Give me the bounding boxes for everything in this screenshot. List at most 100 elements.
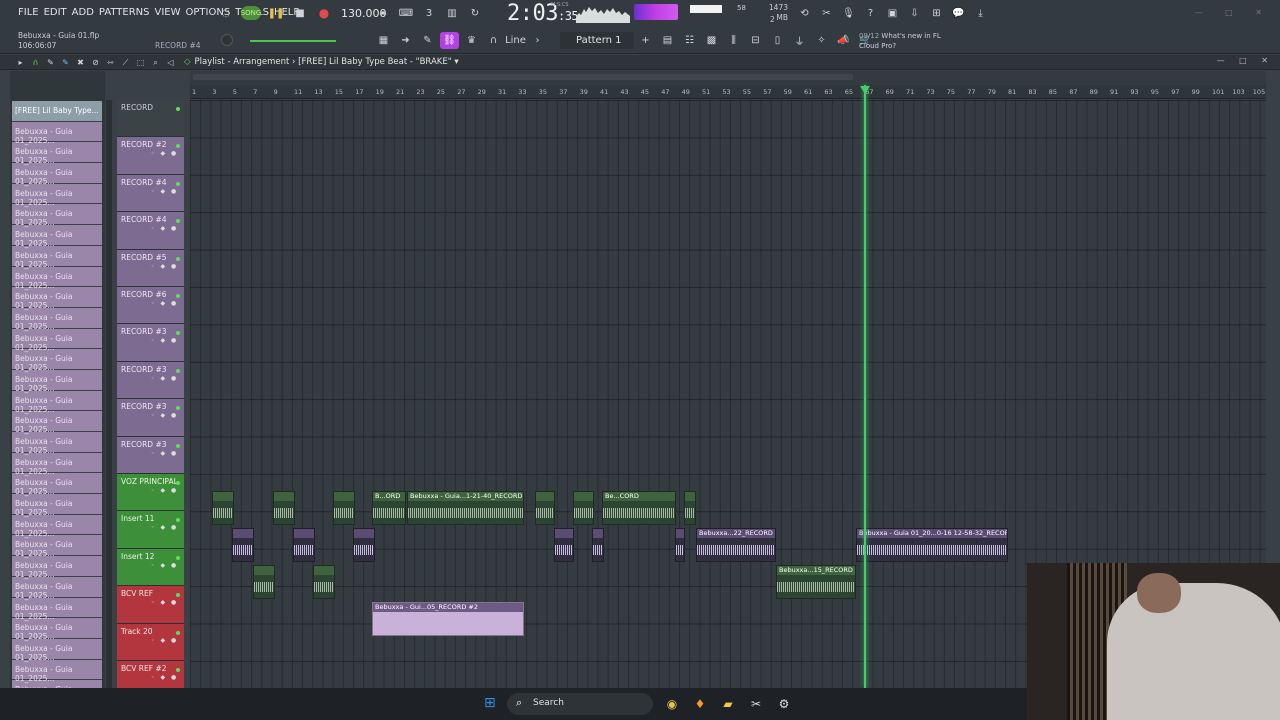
picker-item[interactable]: Bebuxxa - Guia 01_2025...	[12, 638, 102, 662]
plugin-icon[interactable]: ⊞	[927, 4, 946, 22]
audio-clip[interactable]	[535, 491, 555, 525]
track-controls-icon[interactable]: ◦ ◆ ●	[151, 599, 178, 606]
track-mute-led[interactable]	[176, 481, 180, 485]
play-icon[interactable]: ▸	[14, 57, 27, 68]
track-mute-led[interactable]	[176, 294, 180, 298]
help-icon[interactable]: ?	[861, 4, 880, 22]
track-controls-icon[interactable]: ◦ ◆ ●	[151, 450, 178, 457]
pitch-icon[interactable]: ⏶	[373, 4, 393, 22]
track-mute-led[interactable]	[176, 406, 180, 411]
windows-start-icon[interactable]: ⊞	[484, 695, 500, 711]
track-mute-led[interactable]	[176, 368, 180, 373]
mute-icon[interactable]: ⊘	[89, 57, 102, 68]
audio-clip[interactable]	[273, 491, 295, 525]
track-controls-icon[interactable]: ◦ ◆ ●	[151, 674, 178, 681]
track-header[interactable]: RECORD #6 ◦ ◆ ●	[117, 287, 184, 325]
master-volume-slider[interactable]	[250, 40, 336, 42]
piano-roll-icon[interactable]: ▩	[702, 32, 721, 49]
snap-icon[interactable]: ∩	[29, 57, 42, 68]
track-header[interactable]: RECORD #3 ◦ ◆ ●	[117, 436, 184, 474]
piano-icon[interactable]: ▦	[374, 32, 393, 49]
track-mute-led[interactable]	[176, 668, 180, 672]
chrome-icon[interactable]: ◉	[662, 694, 682, 714]
undo-icon[interactable]: ⟲	[795, 4, 814, 22]
track-header[interactable]: Track 20 ◦ ◆ ●	[117, 623, 184, 661]
track-mute-led[interactable]	[176, 518, 180, 523]
audio-clip[interactable]	[253, 565, 275, 599]
audio-clip[interactable]	[212, 491, 234, 525]
picker-item[interactable]: Bebuxxa - Guia 01_2025...	[12, 287, 102, 310]
master-knob[interactable]	[221, 34, 233, 46]
delete-icon[interactable]: ✖	[74, 57, 87, 68]
slice-icon[interactable]: ⟋	[119, 57, 132, 68]
paint-icon[interactable]: ✎	[59, 57, 72, 68]
picker-item[interactable]: Bebuxxa - Guia 01_2025...	[12, 514, 102, 538]
song-mode-button[interactable]: SONG	[241, 6, 261, 20]
news-panel[interactable]: 09/12 What's new in FL Cloud Pro?	[859, 31, 941, 51]
picker-item[interactable]: Bebuxxa - Guia 01_2025...	[12, 163, 102, 186]
horn-icon[interactable]: 📣	[834, 32, 853, 49]
chevron-right-icon[interactable]: ›	[528, 32, 547, 49]
track-mute-led[interactable]	[176, 181, 180, 186]
picker-scrollbar[interactable]	[106, 100, 112, 688]
menu-item-file[interactable]: FILE	[18, 7, 39, 18]
menu-item-edit[interactable]: EDIT	[44, 7, 67, 18]
pencil-icon[interactable]: ✎	[418, 32, 437, 49]
track-header[interactable]: RECORD #3 ◦ ◆ ●	[117, 324, 184, 362]
plugin-db-icon[interactable]: ▯	[768, 32, 787, 49]
audio-clip[interactable]	[675, 528, 685, 562]
pitch-shift-icon[interactable]: ✧	[812, 32, 831, 49]
track-controls-icon[interactable]: ◦ ◆ ●	[151, 300, 178, 307]
track-mute-led[interactable]	[176, 107, 180, 111]
magnet-icon[interactable]: ∩	[484, 32, 503, 49]
stop-icon[interactable]: ■	[291, 4, 309, 22]
audio-clip[interactable]	[592, 528, 604, 562]
picker-item[interactable]: [FREE] Lil Baby Type...	[12, 101, 102, 122]
browser-icon[interactable]: ⊟	[746, 32, 765, 49]
draw-icon[interactable]: ✎	[44, 57, 57, 68]
picker-item[interactable]: Bebuxxa - Guia 01_2025...	[12, 452, 102, 476]
track-header[interactable]: RECORD #4 ◦ ◆ ●	[117, 174, 184, 213]
download-icon[interactable]: ⤓	[971, 4, 990, 22]
picker-item[interactable]: Bebuxxa - Guia 01_2025...	[12, 432, 102, 455]
picker-item[interactable]: Bebuxxa - Guia 01_2025...	[12, 369, 102, 393]
audio-clip[interactable]	[232, 528, 254, 562]
audio-clip[interactable]	[293, 528, 315, 562]
picker-item[interactable]: Bebuxxa - Guia 01_2025...	[12, 183, 102, 207]
settings-icon[interactable]: ⚙	[774, 694, 794, 714]
countdown-icon[interactable]: 3	[419, 4, 439, 22]
picker-item[interactable]: Bebuxxa - Guia 01_2025...	[12, 204, 102, 227]
mic-icon[interactable]: 🎙	[839, 4, 858, 22]
menu-item-view[interactable]: VIEW	[155, 7, 181, 18]
menu-item-patterns[interactable]: PATTERNS	[99, 7, 150, 18]
arrow-right-icon[interactable]: ➜	[396, 32, 415, 49]
plug-icon[interactable]: ⏚	[790, 32, 809, 49]
window-controls[interactable]: — □ ✕	[1195, 8, 1272, 17]
audio-clip[interactable]: Bebuxxa...22_RECORD	[696, 528, 776, 562]
track-controls-icon[interactable]: ◦ ◆ ●	[151, 412, 178, 419]
track-mute-led[interactable]	[176, 593, 180, 598]
stamp-icon[interactable]: ♛	[462, 32, 481, 49]
track-header[interactable]: VOZ PRINCIPAL ◦ ◆ ●	[117, 474, 184, 512]
track-header[interactable]: RECORD #3 ◦ ◆ ●	[117, 399, 184, 437]
audio-clip[interactable]	[313, 565, 335, 599]
audio-clip[interactable]	[573, 491, 594, 525]
picker-item[interactable]: Bebuxxa - Guia 01_2025...	[12, 556, 102, 579]
channel-rack-icon[interactable]: ☷	[680, 32, 699, 49]
picker-item[interactable]: Bebuxxa - Guia 01_2025...	[12, 266, 102, 290]
picker-item[interactable]: Bebuxxa - Guia 01_2025...	[12, 473, 102, 496]
playback-icon[interactable]: ◁	[164, 57, 177, 68]
picker-item[interactable]: Bebuxxa - Guia 01_2025...	[12, 659, 102, 683]
step-edit-icon[interactable]: ▥	[442, 4, 462, 22]
track-controls-icon[interactable]: ◦ ◆ ●	[151, 188, 178, 195]
pause-icon[interactable]: ❚❚	[267, 4, 285, 22]
chat-icon[interactable]: 💬	[949, 4, 968, 22]
track-mute-led[interactable]	[176, 331, 180, 336]
dropdown-icon[interactable]: ▾	[454, 57, 458, 67]
track-controls-icon[interactable]: ◦ ◆ ●	[151, 263, 178, 270]
audio-clip[interactable]: Be...CORD	[602, 491, 676, 525]
record-icon[interactable]: ●	[315, 4, 333, 22]
export-icon[interactable]: ⇩	[905, 4, 924, 22]
track-header[interactable]: RECORD #3 ◦ ◆ ●	[117, 361, 184, 400]
audio-clip[interactable]: B...ORD	[372, 491, 406, 525]
